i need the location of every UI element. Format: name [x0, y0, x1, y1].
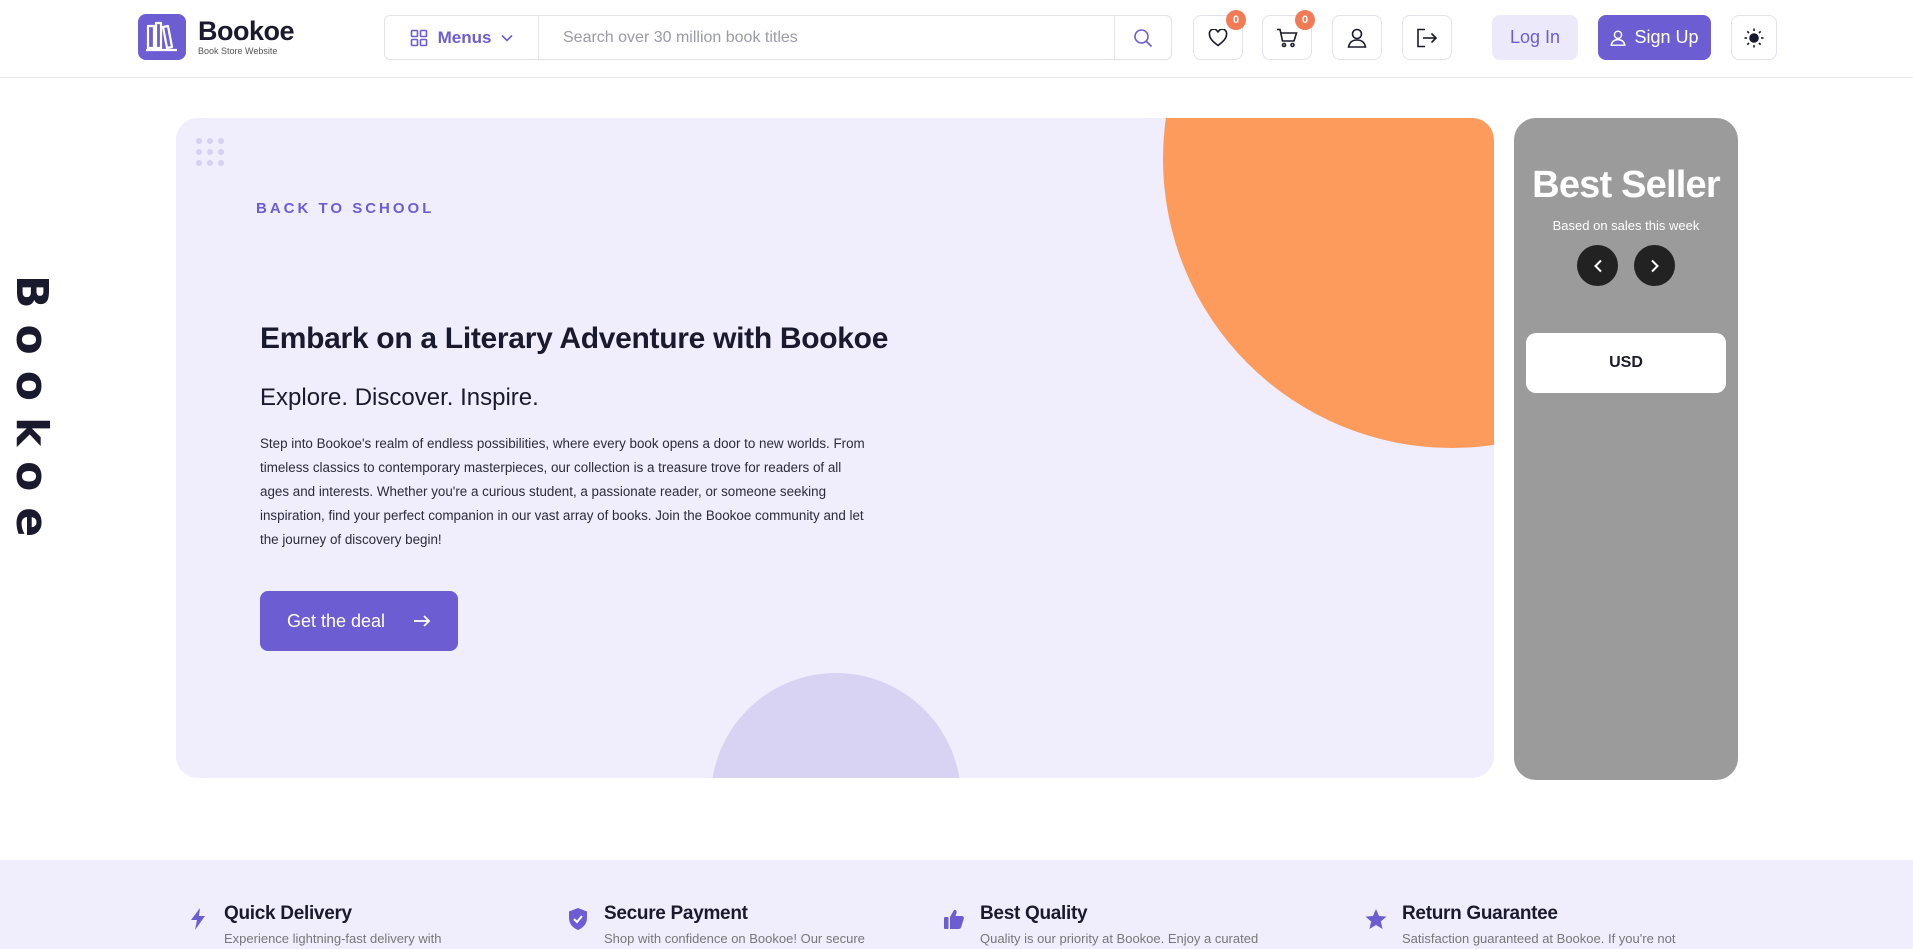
side-brand-text: Bookoe [6, 275, 57, 554]
chevron-down-icon [501, 34, 513, 42]
feature-desc: Quality is our priority at Bookoe. Enjoy… [980, 931, 1259, 946]
feature-title: Return Guarantee [1402, 903, 1558, 924]
site-header: Bookoe Book Store Website Menus 0 0 Log … [0, 0, 1913, 78]
feature-title: Secure Payment [604, 903, 748, 924]
user-icon [1610, 29, 1627, 46]
next-slide-button[interactable] [1634, 245, 1675, 286]
chevron-left-icon [1593, 259, 1602, 272]
brand-name: Bookoe [198, 16, 295, 46]
hero-description: Step into Bookoe's realm of endless poss… [260, 436, 865, 547]
search-bar: Menus [384, 15, 1172, 60]
features-strip: Quick Delivery Experience lightning-fast… [0, 860, 1913, 949]
logout-icon [1417, 28, 1438, 47]
get-deal-label: Get the deal [286, 610, 386, 631]
hero-subtitle: Explore. Discover. Inspire. [260, 384, 539, 411]
search-input[interactable] [539, 16, 1114, 59]
best-seller-panel: Best Seller Based on sales this week USD [1514, 118, 1738, 780]
user-icon [1347, 28, 1367, 48]
theme-toggle-button[interactable] [1731, 15, 1777, 60]
star-icon [1364, 907, 1388, 931]
brand-logo[interactable]: Bookoe Book Store Website [138, 14, 295, 60]
account-button[interactable] [1332, 15, 1382, 60]
heart-icon [1208, 28, 1228, 47]
best-seller-title: Best Seller [1532, 164, 1720, 206]
arrow-right-icon [414, 615, 431, 627]
feature-item: Return Guarantee Satisfaction guaranteed… [1364, 903, 1676, 946]
hero-title: Embark on a Literary Adventure with Book… [260, 322, 889, 355]
chevron-right-icon [1650, 259, 1659, 272]
brand-tagline: Book Store Website [198, 46, 278, 56]
wishlist-count-badge: 0 [1226, 10, 1246, 30]
decorative-dots [196, 138, 224, 166]
lightning-icon [186, 907, 210, 931]
feature-item: Secure Payment Shop with confidence on B… [566, 903, 865, 946]
decorative-lilac-circle [711, 673, 961, 778]
cart-count-badge: 0 [1295, 10, 1315, 30]
signup-label: Sign Up [1634, 27, 1699, 47]
thumbs-up-icon [942, 907, 966, 931]
feature-desc: Satisfaction guaranteed at Bookoe. If yo… [1402, 931, 1676, 946]
best-seller-subtitle: Based on sales this week [1552, 218, 1700, 233]
decorative-orange-circle [1163, 118, 1494, 448]
login-button[interactable]: Log In [1492, 15, 1578, 60]
signup-button[interactable]: Sign Up [1598, 15, 1711, 60]
cart-icon [1277, 28, 1298, 47]
menus-dropdown-button[interactable]: Menus [385, 16, 539, 59]
hero-kicker: BACK TO SCHOOL [256, 200, 435, 217]
search-icon [1134, 28, 1153, 47]
search-button[interactable] [1114, 16, 1171, 59]
menus-label: Menus [437, 27, 492, 47]
hero-banner: BACK TO SCHOOL Embark on a Literary Adve… [176, 118, 1494, 778]
cart-button[interactable]: 0 [1262, 10, 1315, 60]
feature-title: Quick Delivery [224, 903, 352, 924]
feature-title: Best Quality [980, 903, 1088, 924]
wishlist-button[interactable]: 0 [1193, 10, 1246, 60]
logout-button[interactable] [1402, 15, 1452, 60]
feature-desc: Shop with confidence on Bookoe! Our secu… [604, 931, 865, 946]
sun-icon [1744, 28, 1764, 47]
shield-check-icon [566, 907, 590, 931]
bookshelf-logo-icon [138, 14, 186, 60]
feature-item: Best Quality Quality is our priority at … [942, 903, 1258, 946]
get-deal-button[interactable]: Get the deal [260, 591, 458, 651]
currency-selector[interactable]: USD [1526, 333, 1726, 393]
prev-slide-button[interactable] [1577, 245, 1618, 286]
feature-desc: Experience lightning-fast delivery with [224, 931, 442, 946]
grid-icon [410, 29, 427, 46]
feature-item: Quick Delivery Experience lightning-fast… [186, 903, 442, 946]
